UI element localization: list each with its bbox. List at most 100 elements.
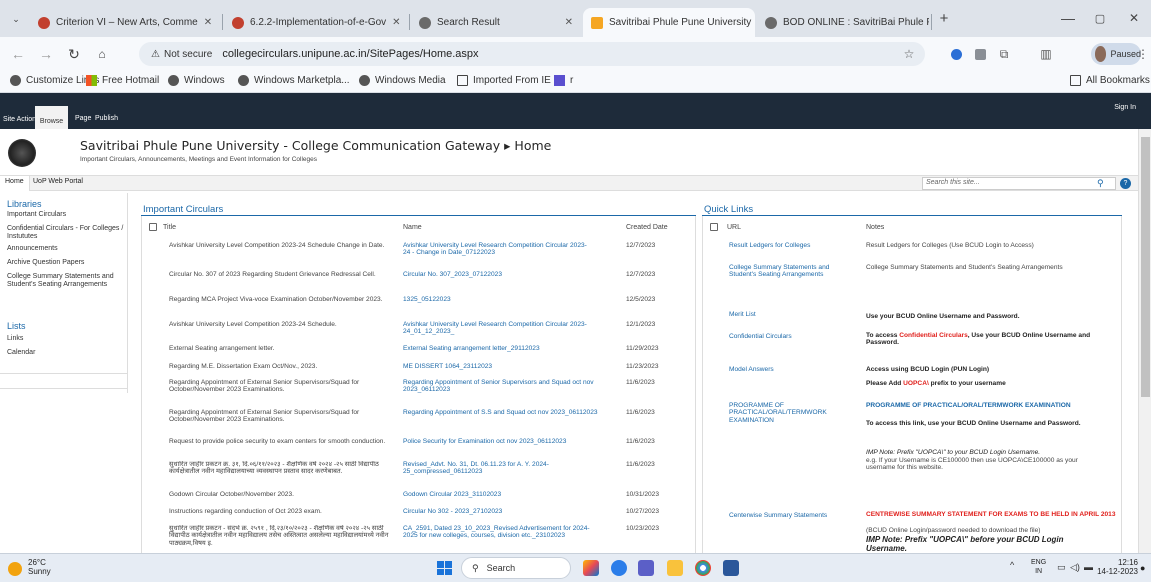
copilot-icon[interactable] [583,560,599,576]
circular-link[interactable]: 1325_05122023 [403,296,593,303]
quick-link[interactable]: Model Answers [729,366,859,373]
extensions-puzzle-icon[interactable]: ⧉ [996,46,1012,62]
chrome-icon[interactable] [695,560,711,576]
quick-link[interactable]: College Summary Statements and Student's… [729,264,854,279]
quick-link[interactable]: Merit List [729,311,859,318]
lists-heading[interactable]: Lists [7,321,26,331]
circular-link[interactable]: CA_2591, Dated 23_10_2023_Revised Advert… [403,525,593,540]
help-icon[interactable]: ? [1120,178,1131,189]
browser-tab[interactable]: 6.2.2-Implementation-of-e-Gov ✕ [224,8,407,37]
browser-tab[interactable]: Criterion VI – New Arts, Comme ✕ [30,8,220,37]
tab-page[interactable]: Page [75,115,91,122]
circular-link[interactable]: Avishkar University Level Research Compe… [403,321,593,336]
browser-tab[interactable]: BOD ONLINE : SavitriBai Phule P ✕ [757,8,929,37]
sidebar-item-calendar[interactable]: Calendar [7,349,125,357]
clock[interactable]: 12:16 14-12-2023 [1096,558,1138,576]
select-all-checkbox[interactable] [149,223,157,231]
all-bookmarks-folder[interactable]: All Bookmarks [1070,75,1150,86]
sidepanel-icon[interactable]: ▥ [1038,46,1054,62]
circular-link[interactable]: Avishkar University Level Research Compe… [403,242,593,257]
sidebar-item-links[interactable]: Links [7,335,125,343]
bookmark-item[interactable]: Windows [168,75,225,86]
bookmark-item[interactable]: Windows Media [359,75,446,86]
sidebar-item-important-circulars[interactable]: Important Circulars [7,211,125,219]
circular-link[interactable]: Regarding Appointment of Senior Supervis… [403,379,598,394]
bookmark-folder[interactable]: Imported From IE [457,75,551,86]
libraries-heading[interactable]: Libraries [7,199,42,209]
file-explorer-icon[interactable] [667,560,683,576]
sidebar-item-announcements[interactable]: Announcements [7,245,125,253]
back-icon[interactable]: ← [8,44,28,64]
search-icon[interactable]: ⚲ [1097,178,1109,190]
teams-icon[interactable] [638,560,654,576]
close-icon[interactable]: ✕ [386,17,400,28]
quick-link-notes: CENTREWISE SUMMARY STATEMENT FOR EXAMS T… [866,511,1116,518]
bookmark-item[interactable]: r [554,75,573,86]
quick-link[interactable]: Centerwise Summary Statements [729,512,854,519]
quick-link[interactable]: Result Ledgers for Colleges [729,242,859,249]
sidebar-item-confidential-circulars[interactable]: Confidential Circulars - For Colleges / … [7,225,125,241]
notification-bell-icon[interactable]: ● [1140,563,1145,573]
close-icon[interactable]: ✕ [559,17,573,28]
window-close-icon[interactable]: ✕ [1124,8,1144,28]
circular-link[interactable]: Regarding Appointment of S.S and Squad o… [403,409,598,416]
windows-start-icon[interactable] [437,561,452,575]
home-icon[interactable]: ⌂ [92,44,112,64]
select-all-checkbox[interactable] [710,223,718,231]
tab-browse[interactable]: Browse [35,106,68,129]
extension-icon[interactable] [948,46,964,62]
column-header-notes[interactable]: Notes [866,224,884,231]
tab-search-icon[interactable]: ⌄ [6,9,26,29]
column-header-name[interactable]: Name [403,224,422,231]
volume-icon[interactable]: ◁) [1070,562,1080,573]
language-indicator[interactable]: ENG IN [1031,558,1046,576]
page-scrollbar[interactable] [1138,129,1151,553]
circular-link[interactable]: Circular No. 307_2023_07122023 [403,271,593,278]
nav-uop-web-portal[interactable]: UoP Web Portal [33,178,83,185]
quick-links-heading[interactable]: Quick Links [704,204,753,215]
quick-link[interactable]: PROGRAMME OF PRACTICAL/ORAL/TERMWORK EXA… [729,402,854,424]
column-header-url[interactable]: URL [727,224,741,231]
sun-icon[interactable] [8,562,22,576]
scrollbar-thumb[interactable] [1141,137,1150,397]
circular-link[interactable]: Police Security for Examination oct nov … [403,438,593,445]
restore-icon[interactable]: ▢ [1090,8,1110,28]
sidebar-item-archive-question-papers[interactable]: Archive Question Papers [7,259,125,267]
circular-link[interactable]: Circular No 302 - 2023_27102023 [403,508,593,515]
network-icon[interactable]: ▭ [1057,562,1066,573]
reload-icon[interactable]: ↻ [64,44,84,64]
sign-in-link[interactable]: Sign In [1114,104,1136,111]
menu-icon[interactable]: ⋮ [1135,46,1151,62]
address-bar[interactable]: ⚠ Not secure collegecirculars.unipune.ac… [139,42,925,66]
taskbar-search[interactable]: ⚲ Search [461,557,571,579]
profile-button[interactable]: Paused [1091,43,1141,65]
browser-tab-active[interactable]: Savitribai Phule Pune University ✕ [583,8,755,37]
column-header-created-date[interactable]: Created Date [626,224,668,231]
circular-link[interactable]: External Seating arrangement letter_2911… [403,345,613,352]
battery-icon[interactable]: ▬ [1084,562,1093,572]
photos-icon[interactable] [611,560,627,576]
word-icon[interactable] [723,560,739,576]
bookmark-item[interactable]: Windows Marketpla... [238,75,350,86]
forward-icon[interactable]: → [36,44,56,64]
circular-link[interactable]: ME DISSERT 1064_23112023 [403,363,593,370]
column-header-title[interactable]: Title [163,224,176,231]
show-hidden-icons-icon[interactable]: ^ [1010,560,1014,570]
quick-link[interactable]: Confidential Circulars [729,333,859,340]
bookmark-item[interactable]: Free Hotmail [86,75,159,86]
sidebar-item-college-summary[interactable]: College Summary Statements and Student's… [7,273,125,289]
nav-home[interactable]: Home [0,176,30,191]
tab-publish[interactable]: Publish [95,115,118,122]
minimize-icon[interactable]: — [1058,8,1078,28]
close-icon[interactable]: ✕ [198,17,212,28]
bookmark-star-icon[interactable]: ☆ [901,46,917,62]
weather-widget[interactable]: 26°C Sunny [28,558,51,576]
new-tab-icon[interactable]: + [934,8,954,28]
browser-tab[interactable]: Search Result ✕ [411,8,581,37]
circular-link[interactable]: Revised_Advt. No. 31, Dt. 06.11.23 for A… [403,461,598,476]
extension-icon[interactable] [972,46,988,62]
close-icon[interactable]: ✕ [751,17,755,28]
important-circulars-heading[interactable]: Important Circulars [143,204,223,215]
search-input[interactable]: Search this site... [922,177,1116,190]
circular-link[interactable]: Godown Circular 2023_31102023 [403,491,593,498]
